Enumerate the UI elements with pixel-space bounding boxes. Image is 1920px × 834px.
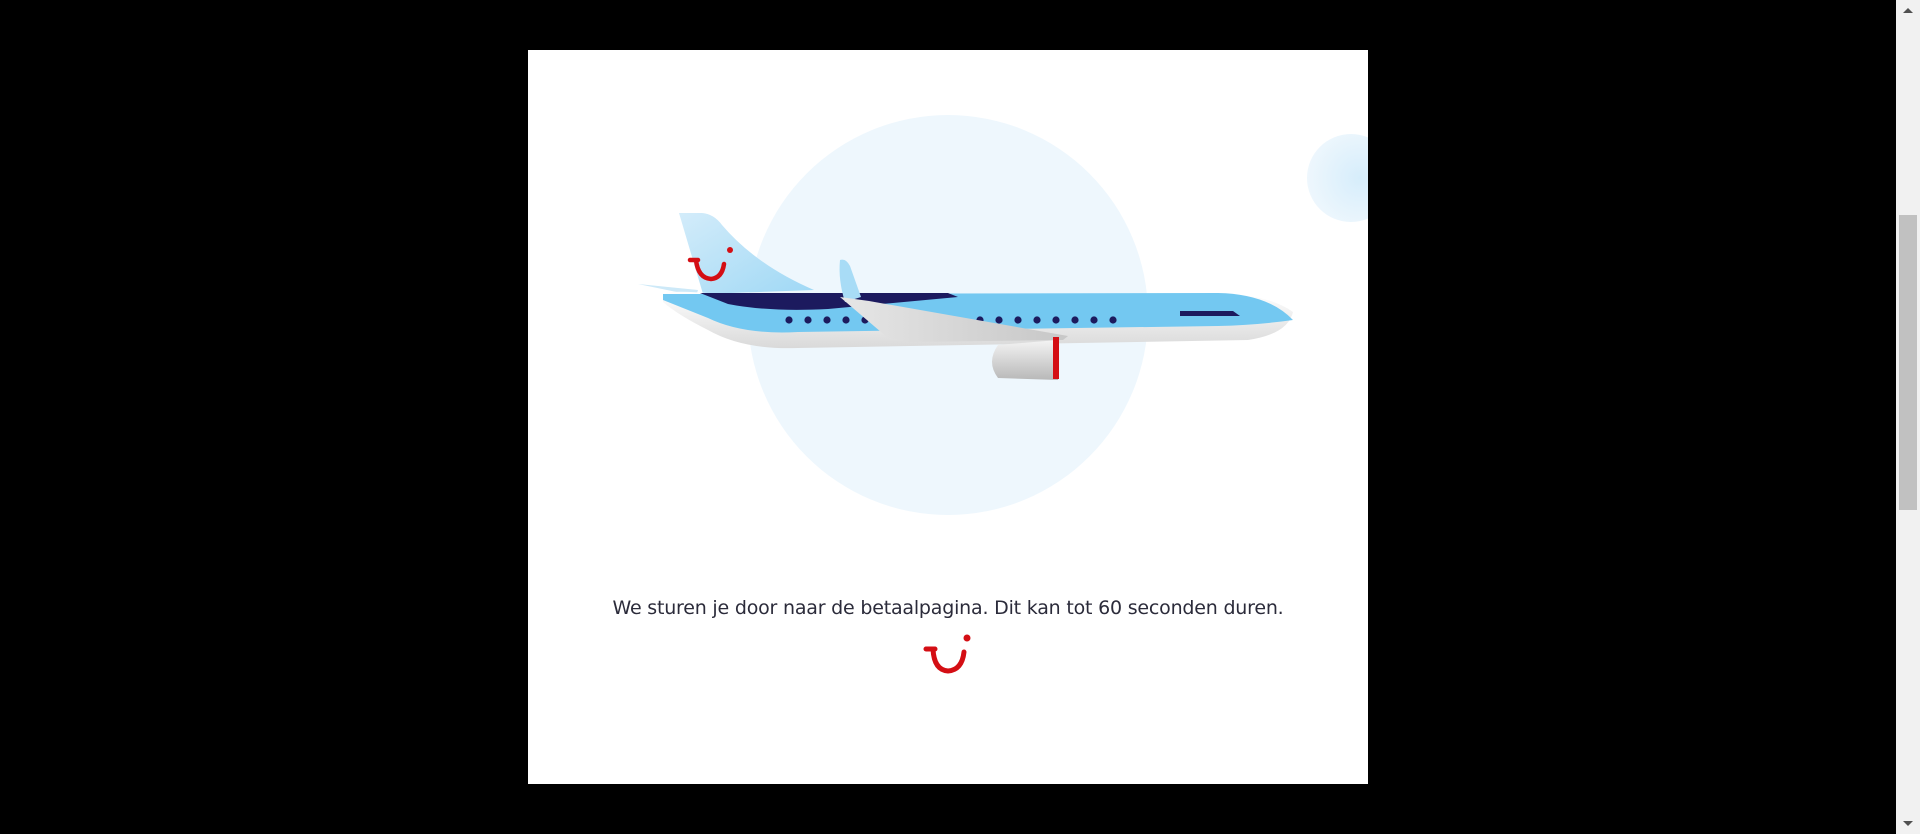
redirect-dialog: We sturen je door naar de betaalpagina. …: [528, 50, 1368, 784]
scroll-thumb[interactable]: [1899, 215, 1917, 510]
engine-red-band: [1053, 337, 1059, 379]
cockpit-window: [1180, 311, 1240, 316]
airplane-illustration: [638, 115, 1368, 515]
engine: [992, 340, 1058, 380]
triangle-up-icon[interactable]: [1896, 0, 1920, 20]
page-backdrop: We sturen je door naar de betaalpagina. …: [0, 0, 1896, 834]
redirect-message: We sturen je door naar de betaalpagina. …: [612, 597, 1284, 619]
vertical-scrollbar[interactable]: [1896, 0, 1920, 834]
tui-smile-logo: [923, 634, 971, 674]
triangle-down-icon[interactable]: [1896, 814, 1920, 834]
background-circle-small: [1307, 134, 1368, 222]
